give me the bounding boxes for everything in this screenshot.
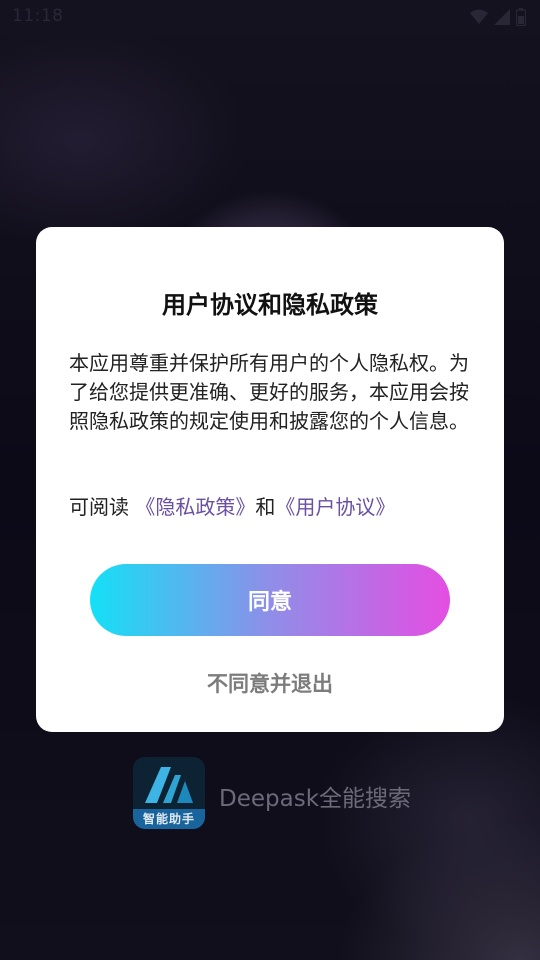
user-agreement-link[interactable]: 《用户协议》 <box>275 495 395 519</box>
agree-button[interactable]: 同意 <box>90 564 450 636</box>
read-prefix: 可阅读 <box>69 495 136 519</box>
dialog-title: 用户协议和隐私政策 <box>162 291 378 319</box>
dialog-body-text: 本应用尊重并保护所有用户的个人隐私权。为了给您提供更准确、更好的服务，本应用会按… <box>69 351 469 433</box>
disagree-exit-button[interactable]: 不同意并退出 <box>150 663 390 703</box>
privacy-policy-link[interactable]: 《隐私政策》 <box>135 495 255 519</box>
privacy-dialog: 用户协议和隐私政策 本应用尊重并保护所有用户的个人隐私权。为了给您提供更准确、更… <box>36 227 504 732</box>
links-conjunction: 和 <box>255 495 276 519</box>
policy-links-line: 可阅读 《隐私政策》和《用户协议》 <box>69 491 489 520</box>
